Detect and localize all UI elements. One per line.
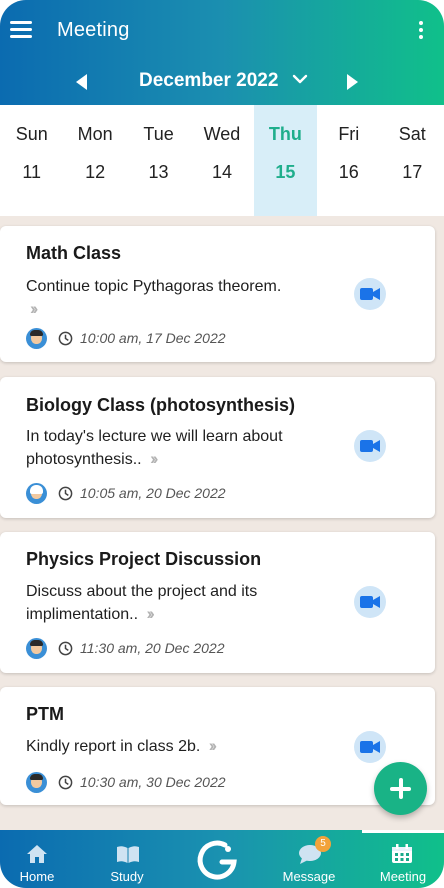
meeting-description: Continue topic Pythagoras theorem. ››: [26, 276, 326, 321]
meeting-time: 11:30 am, 20 Dec 2022: [80, 640, 225, 656]
nav-study[interactable]: Study: [90, 830, 164, 888]
hamburger-icon[interactable]: [10, 20, 32, 38]
avatar: [26, 482, 47, 504]
meeting-title: PTM: [26, 704, 64, 724]
nav-meeting-label: Meeting: [379, 869, 427, 884]
day-name: Tue: [143, 124, 174, 144]
meeting-meta: 10:30 am, 30 Dec 2022: [26, 771, 226, 793]
month-label[interactable]: December 2022: [139, 70, 278, 92]
chevron-down-icon[interactable]: [292, 71, 308, 87]
read-more-icon[interactable]: ››: [147, 603, 156, 625]
meeting-time: 10:00 am, 17 Dec 2022: [80, 330, 226, 346]
read-more-icon[interactable]: ››: [150, 448, 159, 470]
calendar-icon: [392, 844, 412, 863]
clock-icon: [58, 486, 73, 500]
more-options-icon[interactable]: [418, 20, 424, 40]
plus-icon-stroke: [399, 778, 403, 799]
clock-icon: [58, 641, 73, 655]
avatar: [26, 327, 47, 349]
avatar: [26, 637, 47, 659]
day-name: Sun: [15, 124, 48, 144]
meeting-meta: 11:30 am, 20 Dec 2022: [26, 637, 225, 659]
meeting-time: 10:30 am, 30 Dec 2022: [80, 774, 226, 790]
day-name: Fri: [338, 124, 360, 144]
meeting-title: Math Class: [26, 243, 122, 263]
video-camera-icon: [360, 741, 380, 753]
meeting-card[interactable]: PTM Kindly report in class 2b. ›› 10:30 …: [0, 687, 435, 805]
meeting-card[interactable]: Biology Class (photosynthesis) In today'…: [0, 377, 435, 518]
bottom-navigation: Home Study 5 Message Meeting: [0, 830, 444, 888]
message-count-badge: 5: [315, 836, 331, 852]
meeting-description: Discuss about the project and its implim…: [26, 581, 326, 626]
nav-home-label: Home: [19, 869, 55, 884]
clock-icon: [58, 331, 73, 345]
video-camera-icon: [360, 440, 380, 452]
add-meeting-button[interactable]: [374, 762, 427, 815]
nav-home[interactable]: Home: [0, 830, 74, 888]
nav-study-label: Study: [110, 869, 144, 884]
video-call-button[interactable]: [354, 586, 386, 618]
day-name: Sat: [398, 124, 426, 144]
day-number: 16: [338, 162, 359, 182]
day-tue[interactable]: Tue 13: [127, 105, 190, 216]
video-camera-icon: [360, 596, 380, 608]
page-title: Meeting: [57, 19, 130, 41]
meeting-description-text: Kindly report in class 2b.: [26, 738, 201, 755]
book-icon: [117, 846, 139, 863]
meeting-time: 10:05 am, 20 Dec 2022: [80, 485, 226, 501]
read-more-icon[interactable]: ››: [30, 298, 39, 320]
video-call-button[interactable]: [354, 278, 386, 310]
day-thu-selected[interactable]: Thu 15: [253, 105, 318, 216]
home-icon: [27, 845, 47, 863]
nav-message[interactable]: 5 Message: [272, 830, 346, 888]
day-sun[interactable]: Sun 11: [0, 105, 63, 216]
day-mon[interactable]: Mon 12: [63, 105, 126, 216]
day-number: 13: [148, 162, 169, 182]
day-wed[interactable]: Wed 14: [190, 105, 253, 216]
day-sat[interactable]: Sat 17: [381, 105, 444, 216]
app-header: Meeting December 2022: [0, 0, 444, 105]
nav-meeting[interactable]: Meeting: [362, 830, 444, 888]
nav-message-label: Message: [282, 869, 336, 884]
meeting-title: Biology Class (photosynthesis): [26, 395, 296, 415]
app-logo-icon[interactable]: [195, 838, 241, 884]
video-call-button[interactable]: [354, 430, 386, 462]
day-name: Thu: [268, 124, 302, 144]
avatar: [26, 771, 47, 793]
meeting-description-text: Continue topic Pythagoras theorem.: [26, 278, 282, 295]
day-number: 15: [275, 162, 296, 182]
meeting-description: Kindly report in class 2b. ››: [26, 735, 326, 758]
day-name: Wed: [203, 124, 241, 144]
next-month-arrow-icon[interactable]: [347, 74, 358, 90]
meeting-description-text: Discuss about the project and its implim…: [26, 583, 258, 623]
video-call-button[interactable]: [354, 731, 386, 763]
meeting-card[interactable]: Physics Project Discussion Discuss about…: [0, 532, 435, 673]
day-name: Mon: [77, 124, 113, 144]
day-number: 12: [85, 162, 106, 182]
day-number: 17: [402, 162, 423, 182]
app-screen: Meeting December 2022 Sun 11 Mon 12 Tue …: [0, 0, 444, 888]
meeting-description: In today's lecture we will learn about p…: [26, 426, 326, 471]
day-number: 14: [211, 162, 232, 182]
clock-icon: [58, 775, 73, 789]
meeting-card[interactable]: Math Class Continue topic Pythagoras the…: [0, 226, 435, 362]
week-strip: Sun 11 Mon 12 Tue 13 Wed 14 Thu 15 Fri 1…: [0, 105, 444, 216]
previous-month-arrow-icon[interactable]: [76, 74, 87, 90]
day-number: 11: [22, 162, 42, 182]
video-camera-icon: [360, 288, 380, 300]
read-more-icon[interactable]: ››: [209, 735, 218, 757]
meeting-meta: 10:00 am, 17 Dec 2022: [26, 327, 226, 349]
month-selector: December 2022: [0, 68, 444, 96]
day-fri[interactable]: Fri 16: [317, 105, 380, 216]
meeting-title: Physics Project Discussion: [26, 549, 262, 569]
meeting-meta: 10:05 am, 20 Dec 2022: [26, 482, 226, 504]
